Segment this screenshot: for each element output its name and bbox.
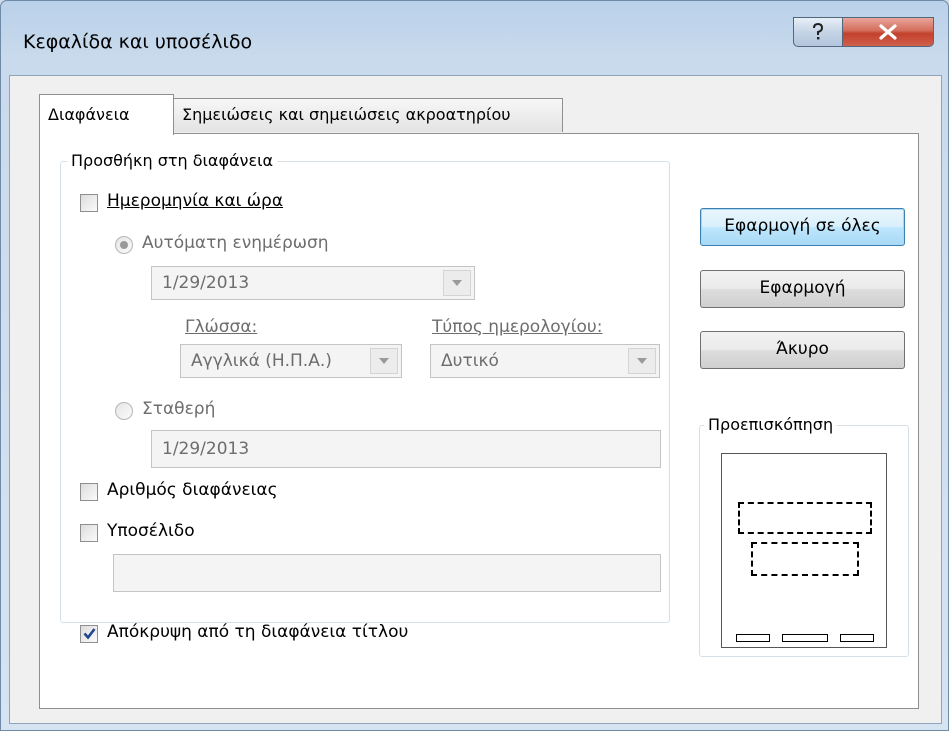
tab-panel-slide: Προσθήκη στη διαφάνεια Ημερομηνία και ώρ… [39,133,919,709]
footer-checkbox[interactable] [80,524,98,542]
close-button[interactable] [842,17,934,47]
preview-number-slot [840,634,874,642]
fixed-label[interactable]: Σταθερή [142,399,215,419]
auto-update-radio[interactable] [115,236,133,254]
preview-title-placeholder [738,502,872,534]
title-bar[interactable]: Κεφαλίδα και υποσέλιδο [1,1,948,75]
chevron-down-icon [637,358,647,364]
preview-footer-slot [782,634,828,642]
tab-slide-label: Διαφάνεια [48,105,130,124]
apply-button[interactable]: Εφαρμογή [700,270,905,308]
auto-update-label[interactable]: Αυτόματη ενημέρωση [142,233,329,253]
language-label: Γλώσσα: [185,317,258,337]
hide-title-slide-label[interactable]: Απόκρυψη από τη διαφάνεια τίτλου [107,622,408,642]
checkmark-icon [83,628,96,640]
fixed-radio[interactable] [115,402,133,420]
slide-number-checkbox[interactable] [80,483,98,501]
radio-selected-dot [120,241,128,249]
auto-date-dropdown-button[interactable] [443,270,471,296]
window-title: Κεφαλίδα και υποσέλιδο [23,31,253,53]
footer-input[interactable] [113,554,661,592]
help-icon [813,23,824,40]
preview-group: Προεπισκόπηση [699,415,909,657]
slide-number-label[interactable]: Αριθμός διαφάνειας [107,480,278,500]
preview-body-placeholder [751,542,859,576]
calendar-type-label: Τύπος ημερολογίου: [432,317,603,337]
date-time-checkbox[interactable] [80,194,98,212]
date-time-label[interactable]: Ημερομηνία και ώρα [107,191,283,211]
calendar-type-value: Δυτικό [441,351,499,371]
tab-notes-handouts-label: Σημειώσεις και σημειώσεις ακροατηρίου [182,105,511,124]
language-dropdown-button[interactable] [370,348,398,374]
auto-date-value: 1/29/2013 [162,273,250,293]
apply-to-all-button[interactable]: Εφαρμογή σε όλες [700,208,905,246]
hide-title-slide-checkbox[interactable] [80,625,98,643]
dialog-client-area: Διαφάνεια Σημειώσεις και σημειώσεις ακρο… [9,75,942,724]
footer-label[interactable]: Υποσέλιδο [107,521,195,541]
tab-notes-handouts[interactable]: Σημειώσεις και σημειώσεις ακροατηρίου [173,98,563,132]
chevron-down-icon [379,358,389,364]
preview-legend: Προεπισκόπηση [704,415,838,434]
dialog-window: Κεφαλίδα και υποσέλιδο Διαφάνεια Σημειώσ… [0,0,949,731]
auto-date-combo[interactable]: 1/29/2013 [151,266,475,300]
cancel-button[interactable]: Άκυρο [700,331,905,369]
preview-slide [721,453,887,648]
calendar-type-dropdown-button[interactable] [628,348,656,374]
close-icon [879,24,897,40]
fixed-date-value: 1/29/2013 [162,439,250,459]
language-value: Αγγλικά (Η.Π.Α.) [191,351,332,371]
chevron-down-icon [452,280,462,286]
preview-date-slot [736,634,770,642]
tab-slide[interactable]: Διαφάνεια [39,94,174,135]
help-button[interactable] [793,17,843,47]
fixed-date-input[interactable]: 1/29/2013 [151,430,661,468]
calendar-type-combo[interactable]: Δυτικό [430,344,660,378]
include-on-slide-legend: Προσθήκη στη διαφάνεια [67,151,278,170]
language-combo[interactable]: Αγγλικά (Η.Π.Α.) [180,344,402,378]
